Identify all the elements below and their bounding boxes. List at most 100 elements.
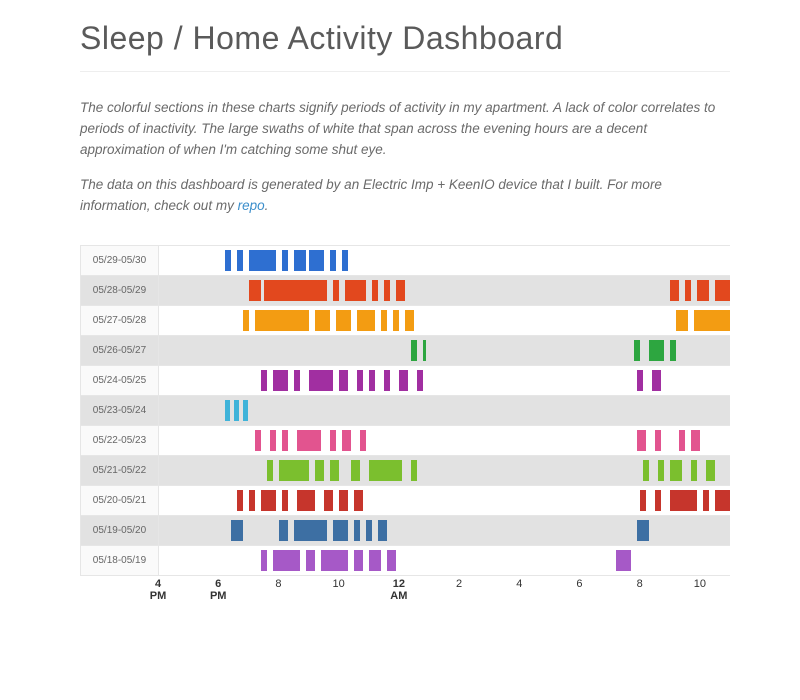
activity-segment xyxy=(411,460,417,481)
activity-segment xyxy=(282,250,288,271)
table-row: 05/26-05/27 xyxy=(81,336,730,366)
activity-segment xyxy=(297,430,321,451)
activity-segment xyxy=(360,430,366,451)
activity-segment xyxy=(315,460,324,481)
repo-link[interactable]: repo xyxy=(238,198,265,213)
activity-segment xyxy=(399,370,408,391)
x-tick: 6 PM xyxy=(210,578,227,602)
activity-track xyxy=(159,276,730,305)
activity-segment xyxy=(640,490,646,511)
activity-track xyxy=(159,366,730,395)
activity-segment xyxy=(384,370,390,391)
activity-segment xyxy=(616,550,631,571)
x-tick: 12 AM xyxy=(390,578,407,602)
intro-paragraph-1: The colorful sections in these charts si… xyxy=(80,98,730,161)
table-row: 05/29-05/30 xyxy=(81,246,730,276)
activity-segment xyxy=(294,520,327,541)
activity-segment xyxy=(282,430,288,451)
row-label: 05/19-05/20 xyxy=(81,516,159,545)
activity-segment xyxy=(697,280,709,301)
row-label: 05/28-05/29 xyxy=(81,276,159,305)
activity-segment xyxy=(345,280,366,301)
activity-segment xyxy=(306,550,315,571)
row-label: 05/18-05/19 xyxy=(81,546,159,575)
table-row: 05/27-05/28 xyxy=(81,306,730,336)
activity-segment xyxy=(225,250,231,271)
table-row: 05/21-05/22 xyxy=(81,456,730,486)
activity-segment xyxy=(243,310,249,331)
activity-segment xyxy=(351,460,360,481)
x-tick: 6 xyxy=(576,578,582,590)
activity-segment xyxy=(372,280,378,301)
activity-segment xyxy=(342,250,348,271)
activity-segment xyxy=(339,490,348,511)
activity-segment xyxy=(366,520,372,541)
activity-track xyxy=(159,456,730,485)
activity-segment xyxy=(670,460,682,481)
activity-segment xyxy=(231,520,243,541)
activity-segment xyxy=(339,370,348,391)
activity-segment xyxy=(354,520,360,541)
activity-segment xyxy=(309,370,333,391)
activity-segment xyxy=(652,370,661,391)
activity-track xyxy=(159,306,730,335)
activity-segment xyxy=(234,400,239,421)
activity-segment xyxy=(670,490,697,511)
activity-segment xyxy=(330,250,336,271)
page-title: Sleep / Home Activity Dashboard xyxy=(80,20,730,72)
activity-segment xyxy=(309,250,324,271)
activity-segment xyxy=(703,490,709,511)
activity-segment xyxy=(387,550,396,571)
activity-segment xyxy=(270,430,276,451)
row-label: 05/27-05/28 xyxy=(81,306,159,335)
activity-segment xyxy=(333,520,348,541)
table-row: 05/22-05/23 xyxy=(81,426,730,456)
row-label: 05/24-05/25 xyxy=(81,366,159,395)
activity-segment xyxy=(282,490,288,511)
activity-segment xyxy=(261,550,267,571)
activity-segment xyxy=(369,550,381,571)
activity-segment xyxy=(333,280,339,301)
x-tick: 8 xyxy=(637,578,643,590)
activity-segment xyxy=(405,310,414,331)
activity-segment xyxy=(330,430,336,451)
x-tick: 10 xyxy=(333,578,345,590)
row-label: 05/26-05/27 xyxy=(81,336,159,365)
table-row: 05/24-05/25 xyxy=(81,366,730,396)
row-label: 05/23-05/24 xyxy=(81,396,159,425)
table-row: 05/28-05/29 xyxy=(81,276,730,306)
activity-segment xyxy=(706,460,715,481)
activity-segment xyxy=(417,370,423,391)
activity-segment xyxy=(249,490,255,511)
x-tick: 8 xyxy=(275,578,281,590)
activity-segment xyxy=(369,370,375,391)
activity-segment xyxy=(297,490,315,511)
activity-segment xyxy=(715,280,730,301)
activity-segment xyxy=(655,490,661,511)
activity-segment xyxy=(261,490,276,511)
activity-segment xyxy=(261,370,267,391)
row-label: 05/22-05/23 xyxy=(81,426,159,455)
activity-segment xyxy=(324,490,333,511)
activity-segment xyxy=(321,550,348,571)
activity-track xyxy=(159,516,730,545)
activity-segment xyxy=(679,430,685,451)
activity-track xyxy=(159,246,730,275)
activity-track xyxy=(159,336,730,365)
activity-segment xyxy=(643,460,649,481)
activity-segment xyxy=(273,550,300,571)
activity-segment xyxy=(634,340,640,361)
activity-segment xyxy=(637,430,646,451)
activity-segment xyxy=(670,340,676,361)
row-label: 05/29-05/30 xyxy=(81,246,159,275)
activity-track xyxy=(159,546,730,575)
activity-segment xyxy=(423,340,426,361)
activity-segment xyxy=(243,400,248,421)
x-tick: 10 xyxy=(694,578,706,590)
activity-segment xyxy=(336,310,351,331)
table-row: 05/23-05/24 xyxy=(81,396,730,426)
activity-segment xyxy=(715,490,730,511)
activity-segment xyxy=(315,310,330,331)
x-tick: 4 PM xyxy=(150,578,167,602)
activity-segment xyxy=(255,430,261,451)
